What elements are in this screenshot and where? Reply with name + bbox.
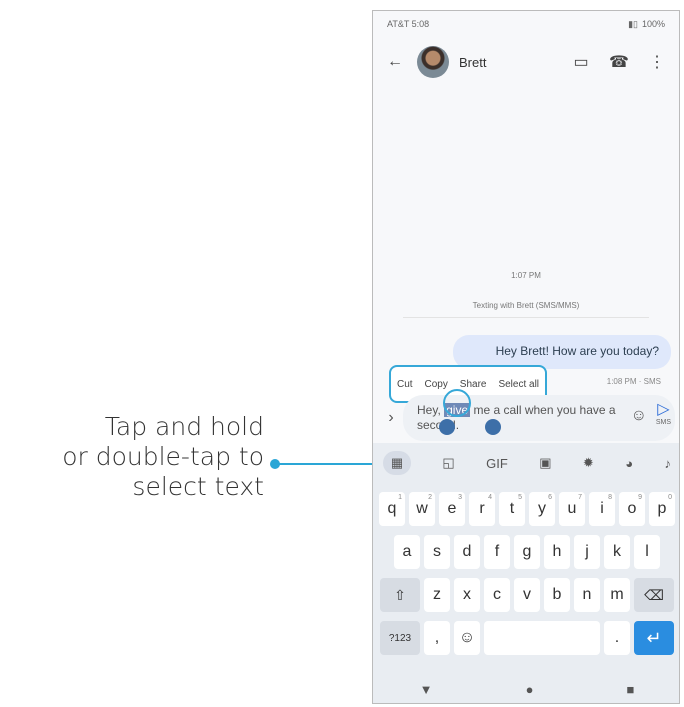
key-row-1: q1 w2 e3 r4 t5 y6 u7 i8 o9 p0: [373, 492, 679, 526]
key-m[interactable]: m: [604, 578, 630, 612]
video-call-icon[interactable]: ▭: [569, 50, 593, 74]
copy-option[interactable]: Copy: [424, 379, 447, 390]
battery-level: 100%: [641, 19, 665, 29]
key-u[interactable]: u7: [559, 492, 585, 526]
key-row-2: a s d f g h j k l: [373, 535, 679, 569]
key-row-3: ⇧ z x c v b n m ⌫: [373, 578, 679, 612]
key-f[interactable]: f: [484, 535, 510, 569]
key-h[interactable]: h: [544, 535, 570, 569]
texting-with-label: Texting with Brett (SMS/MMS): [373, 301, 679, 318]
key-t[interactable]: t5: [499, 492, 525, 526]
status-bar: AT&T 5:08 ▮▯ 100%: [373, 11, 679, 37]
nav-recents-icon[interactable]: ■: [627, 682, 635, 697]
microphone-icon[interactable]: ♪: [664, 456, 671, 471]
callout-line-2: or double-tap to: [62, 442, 264, 471]
select-all-option[interactable]: Select all: [498, 379, 539, 390]
key-c[interactable]: c: [484, 578, 510, 612]
status-icons: ▮▯ 100%: [628, 19, 665, 30]
message-text-before: Hey,: [417, 403, 445, 417]
phone-call-icon[interactable]: ☎: [607, 50, 631, 74]
apps-grid-icon[interactable]: ▦: [383, 451, 411, 475]
key-x[interactable]: x: [454, 578, 480, 612]
cut-option[interactable]: Cut: [397, 379, 413, 390]
selection-handle-right[interactable]: [485, 419, 501, 435]
comma-key[interactable]: ,: [424, 621, 450, 655]
key-d[interactable]: d: [454, 535, 480, 569]
avatar[interactable]: [417, 46, 449, 78]
emoji-key-icon[interactable]: ☺: [454, 621, 480, 655]
numbers-key[interactable]: ?123: [380, 621, 420, 655]
app-bar: ← Brett ▭ ☎ ⋮: [373, 37, 679, 87]
nav-back-icon[interactable]: ▼: [420, 682, 433, 697]
key-z[interactable]: z: [424, 578, 450, 612]
callout-text: Tap and hold or double-tap to select tex…: [0, 412, 264, 502]
selection-highlight-ring: [443, 389, 471, 417]
message-composer: › Hey, give me a call when you have a se…: [379, 389, 675, 445]
system-nav-bar: ▼ ● ■: [373, 673, 679, 703]
message-bubble[interactable]: Hey Brett! How are you today?: [453, 335, 671, 369]
message-timestamp: 1:07 PM: [511, 271, 541, 280]
sticker-icon[interactable]: ◱: [442, 455, 454, 471]
callout-line-3: select text: [132, 472, 264, 501]
signal-icon: ▮▯: [628, 18, 638, 29]
more-options-icon[interactable]: ⋮: [645, 50, 669, 74]
message-input[interactable]: Hey, give me a call when you have a seco…: [403, 389, 675, 441]
key-y[interactable]: y6: [529, 492, 555, 526]
key-o[interactable]: o9: [619, 492, 645, 526]
key-v[interactable]: v: [514, 578, 540, 612]
key-w[interactable]: w2: [409, 492, 435, 526]
key-i[interactable]: i8: [589, 492, 615, 526]
period-key[interactable]: .: [604, 621, 630, 655]
enter-icon[interactable]: ↵: [634, 621, 674, 655]
back-arrow-icon[interactable]: ←: [383, 50, 407, 74]
gif-icon[interactable]: GIF: [486, 456, 508, 471]
key-g[interactable]: g: [514, 535, 540, 569]
key-p[interactable]: p0: [649, 492, 675, 526]
keyboard-toolbar: ▦ ◱ GIF ▣ ✹ ◕ ♪: [373, 443, 679, 483]
nav-home-icon[interactable]: ●: [526, 682, 534, 697]
shift-icon[interactable]: ⇧: [380, 578, 420, 612]
emoji-icon[interactable]: ☺: [631, 408, 647, 424]
key-a[interactable]: a: [394, 535, 420, 569]
message-meta: 1:08 PM · SMS: [606, 377, 661, 386]
key-s[interactable]: s: [424, 535, 450, 569]
key-e[interactable]: e3: [439, 492, 465, 526]
key-l[interactable]: l: [634, 535, 660, 569]
keyboard: ▦ ◱ GIF ▣ ✹ ◕ ♪ q1 w2 e3 r4 t5 y6 u7 i8 …: [373, 443, 679, 703]
key-n[interactable]: n: [574, 578, 600, 612]
palette-icon[interactable]: ◕: [625, 456, 633, 471]
key-b[interactable]: b: [544, 578, 570, 612]
clipboard-icon[interactable]: ▣: [539, 455, 551, 471]
backspace-icon[interactable]: ⌫: [634, 578, 674, 612]
expand-chevron-icon[interactable]: ›: [379, 409, 403, 427]
selection-handle-left[interactable]: [439, 419, 455, 435]
contact-name[interactable]: Brett: [459, 55, 559, 70]
settings-icon[interactable]: ✹: [583, 455, 594, 471]
share-option[interactable]: Share: [460, 379, 487, 390]
send-button[interactable]: ▷ SMS: [656, 401, 671, 427]
key-row-4: ?123 , ☺ . ↵: [373, 621, 679, 655]
phone-screen: AT&T 5:08 ▮▯ 100% ← Brett ▭ ☎ ⋮ 1:07 PM …: [372, 10, 680, 704]
app-actions: ▭ ☎ ⋮: [569, 50, 669, 74]
key-j[interactable]: j: [574, 535, 600, 569]
send-label: SMS: [655, 419, 671, 426]
callout-line-1: Tap and hold: [104, 412, 264, 441]
status-carrier: AT&T 5:08: [387, 19, 430, 29]
key-q[interactable]: q1: [379, 492, 405, 526]
key-r[interactable]: r4: [469, 492, 495, 526]
key-k[interactable]: k: [604, 535, 630, 569]
space-bar[interactable]: [484, 621, 600, 655]
